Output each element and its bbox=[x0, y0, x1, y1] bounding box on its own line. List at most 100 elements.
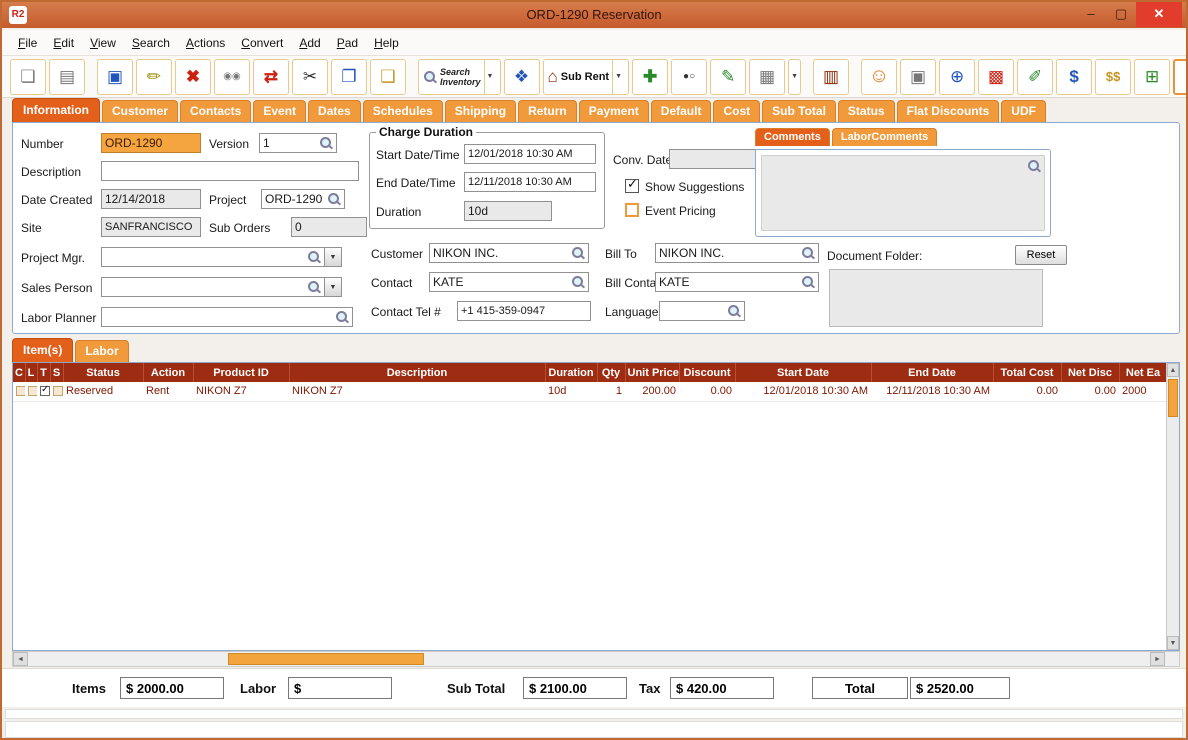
title-bar[interactable]: R2 ORD-1290 Reservation – ▢ ✕ bbox=[2, 2, 1186, 28]
contact-field[interactable]: KATE bbox=[429, 272, 589, 292]
project-field[interactable]: ORD-1290 bbox=[261, 189, 345, 209]
new-button[interactable]: ❏ bbox=[10, 58, 46, 95]
row-checkbox-t[interactable] bbox=[40, 384, 50, 397]
chevron-down-icon[interactable]: ▼ bbox=[483, 59, 496, 94]
copy-button[interactable]: ❐ bbox=[331, 58, 367, 95]
menu-add[interactable]: Add bbox=[291, 32, 328, 54]
tab-labor[interactable]: Labor bbox=[75, 340, 129, 362]
computer-money-button[interactable]: ⊞ bbox=[1134, 58, 1171, 95]
column-header-c[interactable]: C bbox=[13, 363, 26, 382]
chevron-down-icon[interactable]: ▼ bbox=[325, 247, 342, 267]
vertical-scrollbar[interactable]: ▲ ▼ bbox=[1166, 363, 1179, 650]
magnifier-icon[interactable] bbox=[801, 275, 815, 289]
menu-pad[interactable]: Pad bbox=[329, 32, 366, 54]
menu-file[interactable]: File bbox=[10, 32, 45, 54]
tab-default[interactable]: Default bbox=[650, 100, 712, 122]
magnifier-icon[interactable] bbox=[327, 192, 341, 206]
tab-cost[interactable]: Cost bbox=[713, 100, 761, 122]
magnifier-icon[interactable] bbox=[571, 275, 585, 289]
column-header-t[interactable]: T bbox=[37, 363, 51, 382]
labor-planner-field[interactable] bbox=[101, 307, 353, 327]
tab-udf[interactable]: UDF bbox=[1001, 100, 1046, 122]
row-checkbox-c[interactable] bbox=[16, 386, 25, 397]
column-header-net-disc[interactable]: Net Disc bbox=[1061, 363, 1120, 382]
menu-actions[interactable]: Actions bbox=[178, 32, 233, 54]
tab-return[interactable]: Return bbox=[518, 100, 577, 122]
grid-view-dropdown[interactable]: ▼ bbox=[788, 58, 802, 95]
chevron-down-icon[interactable]: ▼ bbox=[325, 277, 342, 297]
sales-person-field[interactable] bbox=[101, 277, 325, 297]
magnifier-icon[interactable] bbox=[307, 250, 321, 264]
grid-view-button[interactable]: ▦ bbox=[749, 58, 786, 95]
close-button[interactable]: ✕ bbox=[1136, 2, 1182, 27]
number-field[interactable]: ORD-1290 bbox=[101, 133, 201, 153]
tab-shipping[interactable]: Shipping bbox=[444, 100, 517, 122]
delete-button[interactable]: ✖ bbox=[175, 58, 211, 95]
horizontal-scrollbar[interactable]: ◄ ► bbox=[12, 651, 1180, 667]
maximize-button[interactable]: ▢ bbox=[1106, 2, 1136, 27]
tab-information[interactable]: Information bbox=[12, 98, 100, 122]
sub-rent-button[interactable]: ⌂ Sub Rent ▼ bbox=[542, 58, 630, 95]
tab-customer[interactable]: Customer bbox=[102, 100, 179, 122]
magnifier-icon[interactable] bbox=[801, 246, 815, 260]
column-header-unit-price[interactable]: Unit Price bbox=[625, 363, 680, 382]
tab-status[interactable]: Status bbox=[837, 100, 895, 122]
magnifier-icon[interactable] bbox=[727, 304, 741, 318]
menu-convert[interactable]: Convert bbox=[233, 32, 291, 54]
minimize-button[interactable]: – bbox=[1076, 2, 1106, 27]
edit-button[interactable]: ✏ bbox=[136, 58, 172, 95]
globe-button[interactable]: ⊕ bbox=[939, 58, 976, 95]
document-folder-box[interactable] bbox=[829, 269, 1043, 327]
column-header-l[interactable]: L bbox=[25, 363, 38, 382]
report-print-button[interactable]: ▥ bbox=[813, 58, 850, 95]
table-row[interactable]: Reserved Rent NIKON Z7 NIKON Z7 10d 1 20… bbox=[13, 382, 1167, 402]
paste-button[interactable]: ❑ bbox=[370, 58, 406, 95]
tab-dates[interactable]: Dates bbox=[308, 100, 361, 122]
column-header-action[interactable]: Action bbox=[143, 363, 194, 382]
language-field[interactable] bbox=[659, 301, 745, 321]
column-header-s[interactable]: S bbox=[50, 363, 64, 382]
customer-field[interactable]: NIKON INC. bbox=[429, 243, 589, 263]
column-header-status[interactable]: Status bbox=[63, 363, 144, 382]
scroll-down-icon[interactable]: ▼ bbox=[1167, 636, 1179, 650]
column-header-end-date[interactable]: End Date bbox=[871, 363, 994, 382]
magnifier-icon[interactable] bbox=[1027, 159, 1041, 173]
cube-button[interactable]: ▩ bbox=[978, 58, 1015, 95]
horizontal-scroll-thumb[interactable] bbox=[228, 653, 424, 665]
show-suggestions-checkbox[interactable] bbox=[625, 177, 639, 193]
vault-button[interactable]: ▣ bbox=[900, 58, 937, 95]
find-button[interactable]: ◉◉ bbox=[214, 58, 250, 95]
column-header-net-ea[interactable]: Net Ea bbox=[1119, 363, 1168, 382]
scroll-right-icon[interactable]: ► bbox=[1150, 652, 1165, 666]
comments-textarea[interactable] bbox=[761, 155, 1045, 231]
menu-view[interactable]: View bbox=[82, 32, 124, 54]
version-field[interactable]: 1 bbox=[259, 133, 337, 153]
smiley-button[interactable]: ☺ bbox=[861, 58, 898, 95]
menu-help[interactable]: Help bbox=[366, 32, 407, 54]
currency-button[interactable]: $ bbox=[1056, 58, 1093, 95]
end-datetime-field[interactable]: 12/11/2018 10:30 AM bbox=[464, 172, 596, 192]
reset-button[interactable]: Reset bbox=[1015, 245, 1067, 265]
start-datetime-field[interactable]: 12/01/2018 10:30 AM bbox=[464, 144, 596, 164]
description-field[interactable] bbox=[101, 161, 359, 181]
comments-box[interactable] bbox=[755, 149, 1051, 237]
add-button[interactable]: ✚ bbox=[632, 58, 669, 95]
tab-schedules[interactable]: Schedules bbox=[362, 100, 443, 122]
magnifier-icon[interactable] bbox=[571, 246, 585, 260]
row-checkbox-l[interactable] bbox=[28, 386, 37, 397]
vertical-scroll-thumb[interactable] bbox=[1168, 379, 1178, 417]
project-mgr-field[interactable] bbox=[101, 247, 325, 267]
money-button[interactable]: $$ bbox=[1095, 58, 1132, 95]
column-header-discount[interactable]: Discount bbox=[679, 363, 736, 382]
row-checkbox-s[interactable] bbox=[53, 386, 63, 397]
tab-labor-comments[interactable]: LaborComments bbox=[831, 128, 938, 146]
column-header-total-cost[interactable]: Total Cost bbox=[993, 363, 1062, 382]
tab-flat-discounts[interactable]: Flat Discounts bbox=[896, 100, 1000, 122]
import-export-button[interactable]: ⇄ bbox=[253, 58, 289, 95]
bill-to-field[interactable]: NIKON INC. bbox=[655, 243, 819, 263]
save-button[interactable]: ▣ bbox=[97, 58, 133, 95]
column-header-product-id[interactable]: Product ID bbox=[193, 363, 290, 382]
tab-items[interactable]: Item(s) bbox=[12, 338, 74, 362]
column-header-description[interactable]: Description bbox=[289, 363, 546, 382]
magnifier-icon[interactable] bbox=[335, 310, 349, 324]
